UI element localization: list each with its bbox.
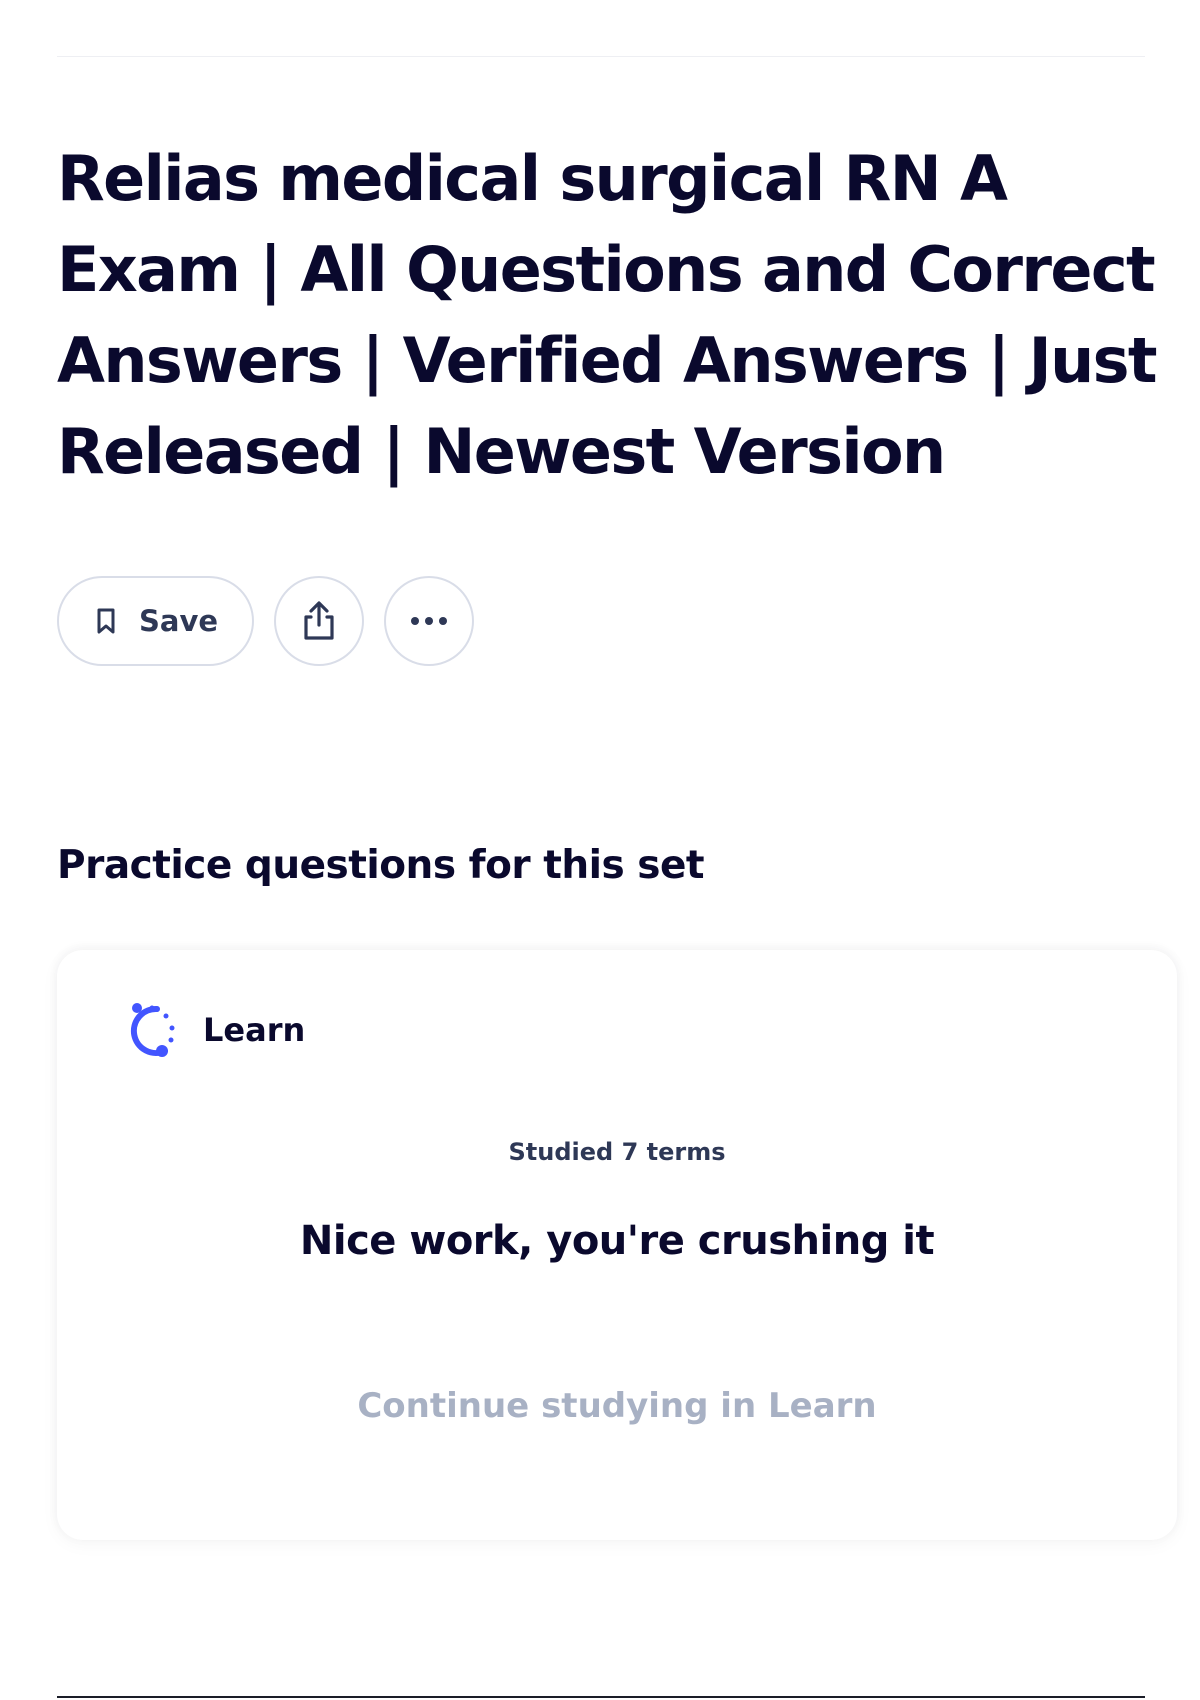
more-options-button[interactable] <box>384 576 474 666</box>
top-divider <box>57 56 1145 57</box>
bottom-divider <box>57 1696 1145 1698</box>
share-icon <box>301 600 337 642</box>
page-title: Relias medical surgical RN A Exam | All … <box>57 142 1158 488</box>
continue-learn-link[interactable]: Continue studying in Learn <box>57 1386 1177 1426</box>
learn-mode-label: Learn <box>203 1011 306 1049</box>
learn-card-header: Learn <box>117 998 305 1062</box>
share-button[interactable] <box>274 576 364 666</box>
learn-mode-icon <box>117 998 181 1062</box>
set-actions-bar: Save <box>57 576 474 666</box>
practice-section-heading: Practice questions for this set <box>57 843 705 888</box>
save-button[interactable]: Save <box>57 576 254 666</box>
more-horizontal-icon <box>409 616 449 626</box>
bookmark-icon <box>95 607 117 635</box>
learn-practice-card[interactable]: Learn Studied 7 terms Nice work, you're … <box>57 950 1177 1540</box>
progress-message: Nice work, you're crushing it <box>299 1218 935 1264</box>
save-button-label: Save <box>139 604 219 638</box>
studied-terms-text: Studied 7 terms <box>508 1138 726 1166</box>
